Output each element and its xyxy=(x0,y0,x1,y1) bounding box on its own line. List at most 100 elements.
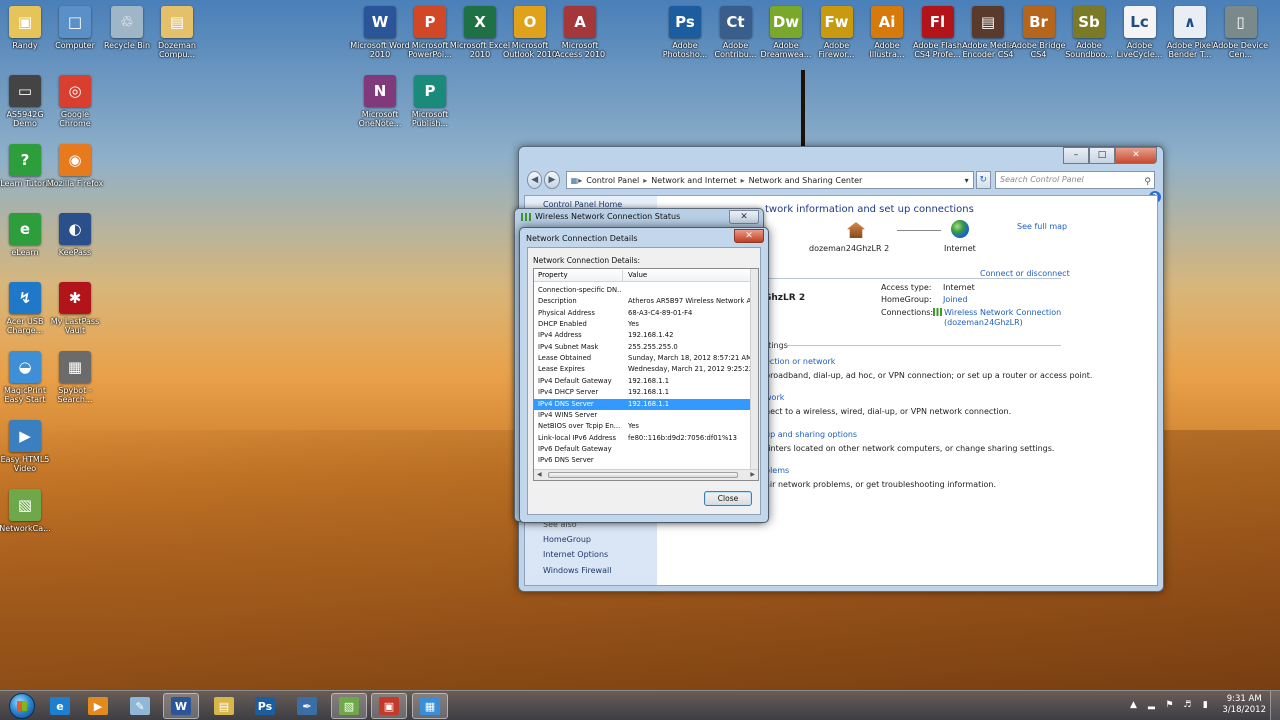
window-controls: – □ ✕ xyxy=(1063,147,1157,164)
taskbar: e ▶ ✎ W ▤ Ps ✒ ▧ ▣ ▦ ▲ ▂ ⚑ ♬ ▮ 9:31 AM 3/18/2012 xyxy=(0,690,1280,720)
desktop-shortcut[interactable]: A Microsoft Access 2010 xyxy=(549,6,611,59)
system-clock[interactable]: 9:31 AM 3/18/2012 xyxy=(1222,694,1266,716)
desktop-shortcut[interactable]: ◐ KeePass xyxy=(44,213,106,257)
system-tray: ▲ ▂ ⚑ ♬ ▮ 9:31 AM 3/18/2012 xyxy=(1124,694,1266,716)
desktop-shortcut[interactable]: P Microsoft Publish... xyxy=(399,75,461,128)
power-tray-icon[interactable]: ▮ xyxy=(1199,699,1211,711)
taskbar-button[interactable]: ▧ xyxy=(331,693,367,719)
network-tray-icon[interactable]: ▂ xyxy=(1145,699,1157,711)
scroll-left-icon[interactable]: ◀ xyxy=(537,471,542,478)
show-hidden-icons-icon[interactable]: ▲ xyxy=(1127,699,1139,711)
details-close-icon[interactable]: ✕ xyxy=(734,229,764,243)
table-row[interactable]: IPv4 WINS Server xyxy=(534,410,752,421)
table-row[interactable]: IPv6 DNS Server xyxy=(534,455,752,466)
internet-globe-icon xyxy=(951,220,969,238)
homegroup-value-link[interactable]: Joined xyxy=(943,295,968,304)
scroll-right-icon[interactable]: ▶ xyxy=(750,471,755,478)
taskbar-button[interactable]: ▤ xyxy=(206,693,242,719)
minimize-button[interactable]: – xyxy=(1063,147,1089,164)
taskbar-button[interactable]: ▦ xyxy=(412,693,448,719)
desktop-shortcut[interactable]: ▶ Easy HTML5 Video xyxy=(0,420,56,473)
row-property: Lease Expires xyxy=(538,365,585,374)
table-row[interactable]: IPv4 Subnet Mask 255.255.255.0 xyxy=(534,342,752,353)
column-header-property[interactable]: Property xyxy=(538,271,568,279)
search-placeholder: Search Control Panel xyxy=(999,175,1084,184)
maximize-button[interactable]: □ xyxy=(1089,147,1115,164)
table-row[interactable]: IPv4 DNS Server 192.168.1.1 xyxy=(534,398,752,410)
status-window-title-text: Wireless Network Connection Status xyxy=(535,212,681,221)
table-row[interactable]: Lease Obtained Sunday, March 18, 2012 8:5… xyxy=(534,353,752,364)
search-icon[interactable]: ⚲ xyxy=(1144,174,1151,190)
desktop-shortcut[interactable]: ◉ Mozilla Firefox xyxy=(44,144,106,188)
horizontal-scrollbar[interactable]: ◀ ▶ xyxy=(534,469,758,480)
column-header-value[interactable]: Value xyxy=(628,271,647,279)
table-row[interactable]: NetBIOS over Tcpip En... Yes xyxy=(534,421,752,432)
vertical-scrollbar[interactable] xyxy=(750,269,758,470)
desktop-shortcut[interactable]: ✱ My LastPass Vault xyxy=(44,282,106,335)
breadcrumb-control-panel[interactable]: Control Panel xyxy=(586,176,639,185)
sidebar-item-windows-firewall[interactable]: Windows Firewall xyxy=(543,566,611,575)
address-dropdown-icon[interactable]: ▾ xyxy=(965,176,969,185)
taskbar-explorer-icon: ▤ xyxy=(214,697,234,715)
close-button[interactable]: ✕ xyxy=(1115,147,1157,164)
folder-user-icon: ▣ xyxy=(9,6,41,38)
breadcrumb-network-sharing[interactable]: Network and Sharing Center xyxy=(749,176,863,185)
wireless-connection-ssid[interactable]: (dozeman24GhzLR) xyxy=(944,318,1023,327)
desktop-shortcut[interactable]: ▤ Dozeman Compu... xyxy=(146,6,208,59)
status-close-button[interactable]: ✕ xyxy=(729,210,759,224)
network-node-label: dozeman24GhzLR 2 xyxy=(809,244,890,253)
table-row[interactable]: IPv4 DHCP Server 192.168.1.1 xyxy=(534,387,752,398)
taskbar-button[interactable]: ✎ xyxy=(122,693,158,719)
taskbar-button[interactable]: e xyxy=(42,693,78,719)
taskbar-button[interactable]: Ps xyxy=(247,693,283,719)
table-row[interactable]: Link-local IPv6 Address fe80::116b:d9d2:7… xyxy=(534,433,752,444)
table-row[interactable]: IPv4 Address 192.168.1.42 xyxy=(534,330,752,341)
device-central-icon: ▯ xyxy=(1224,6,1257,38)
wireless-connection-link[interactable]: Wireless Network Connection xyxy=(944,308,1061,317)
table-row[interactable]: Physical Address 68-A3-C4-89-01-F4 xyxy=(534,308,752,319)
desktop-shortcut-label: KeePass xyxy=(58,248,92,257)
sidebar-item-homegroup[interactable]: HomeGroup xyxy=(543,535,591,544)
table-row[interactable]: IPv6 Default Gateway xyxy=(534,444,752,455)
close-button[interactable]: Close xyxy=(704,491,752,506)
connections-label: Connections: xyxy=(881,308,934,317)
task-homegroup-sharing-link[interactable]: up and sharing options xyxy=(765,430,857,439)
table-row[interactable]: Lease Expires Wednesday, March 21, 2012 9… xyxy=(534,364,752,375)
sidebar-item-internet-options[interactable]: Internet Options xyxy=(543,550,608,559)
row-property: IPv4 Address xyxy=(538,331,582,340)
desktop-shortcut[interactable]: ▯ Adobe Device Cen... xyxy=(1210,6,1272,59)
table-row[interactable]: DHCP Enabled Yes xyxy=(534,319,752,330)
wifi-signal-icon xyxy=(933,308,942,316)
task-setup-connection-link[interactable]: ection or network xyxy=(765,357,835,366)
desktop-shortcut[interactable]: ▦ Spybot - Search... xyxy=(44,351,106,404)
forward-button[interactable]: ▶ xyxy=(544,171,560,189)
breadcrumb-network-internet[interactable]: Network and Internet xyxy=(651,176,736,185)
search-input[interactable]: Search Control Panel ⚲ xyxy=(994,171,1155,190)
taskbar-button[interactable]: ▶ xyxy=(80,693,116,719)
start-button[interactable] xyxy=(2,691,42,720)
taskbar-button[interactable]: W xyxy=(163,693,199,719)
back-button[interactable]: ◀ xyxy=(527,171,543,189)
table-row[interactable]: IPv4 Default Gateway 192.168.1.1 xyxy=(534,376,752,387)
volume-tray-icon[interactable]: ♬ xyxy=(1181,699,1193,711)
taskbar-ie-icon: e xyxy=(50,697,70,715)
taskbar-button[interactable]: ✒ xyxy=(289,693,325,719)
desktop-shortcut[interactable]: ▧ NetworkCa... xyxy=(0,489,56,533)
address-bar[interactable]: ▦ ▸ Control Panel ▸ Network and Internet… xyxy=(565,171,974,189)
flag-tray-icon[interactable]: ⚑ xyxy=(1163,699,1175,711)
refresh-button[interactable]: ↻ xyxy=(975,171,991,189)
connect-or-disconnect-link[interactable]: Connect or disconnect xyxy=(980,269,1070,278)
flash-icon: Fl xyxy=(921,6,954,38)
table-row[interactable]: Description Atheros AR5B97 Wireless Netwo… xyxy=(534,296,752,307)
row-property: IPv6 Default Gateway xyxy=(538,444,612,453)
scrollbar-thumb[interactable] xyxy=(548,472,738,478)
desktop-shortcut[interactable]: ◎ Google Chrome xyxy=(44,75,106,128)
firefox-icon: ◉ xyxy=(59,144,91,176)
details-list[interactable]: Property Value Connection-specific DN...… xyxy=(533,268,759,481)
taskbar-button[interactable]: ▣ xyxy=(371,693,407,719)
contribute-icon: Ct xyxy=(719,6,752,38)
see-full-map-link[interactable]: See full map xyxy=(1017,222,1067,231)
show-desktop-button[interactable] xyxy=(1270,691,1280,720)
connection-details-dialog[interactable]: Network Connection Details ✕ Network Con… xyxy=(519,227,769,523)
table-row[interactable]: Connection-specific DN... xyxy=(534,285,752,296)
